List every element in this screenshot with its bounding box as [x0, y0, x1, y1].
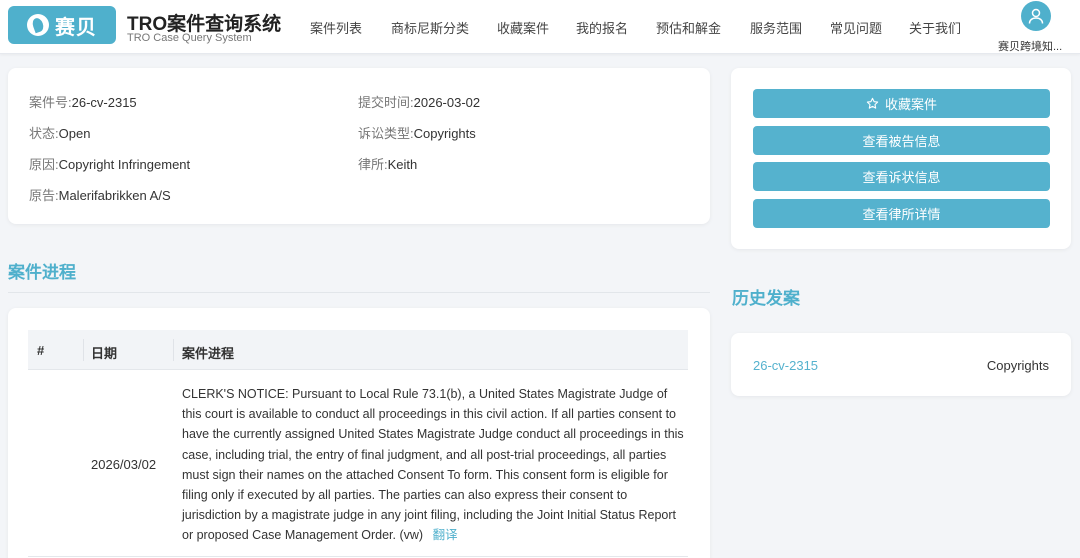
status-value: Open [58, 126, 91, 141]
nav-case-list[interactable]: 案件列表 [310, 18, 362, 37]
column-header-index: # [37, 343, 45, 358]
user-name[interactable]: 赛贝跨境知... [998, 38, 1068, 54]
case-progress-card: # 日期 案件进程 2026/03/02 CLERK'S NOTICE: Pur… [8, 308, 710, 558]
user-avatar[interactable] [1021, 1, 1051, 31]
plaintiff-value: Malerifabrikken A/S [58, 188, 171, 203]
column-header-progress: 案件进程 [182, 346, 235, 361]
cause-value: Copyright Infringement [58, 157, 191, 172]
lawsuit-type-row: 诉讼类型:Copyrights [358, 123, 476, 142]
view-complaint-button[interactable]: 查看诉状信息 [753, 162, 1050, 191]
favorite-case-button[interactable]: 收藏案件 [753, 89, 1050, 118]
history-case-link[interactable]: 26-cv-2315 [753, 358, 818, 373]
history-card: 26-cv-2315 Copyrights [731, 333, 1071, 396]
case-number-label: 案件号: [29, 95, 72, 110]
plaintiff-label: 原告: [29, 188, 59, 203]
submit-date-value: 2026-03-02 [413, 95, 481, 110]
progress-row-text: CLERK'S NOTICE: Pursuant to Local Rule 7… [182, 384, 687, 546]
favorite-case-label: 收藏案件 [884, 97, 937, 112]
top-header: 赛贝 TRO案件查询系统 TRO Case Query System 案件列表 … [0, 0, 1080, 54]
cause-label: 原因: [29, 157, 59, 172]
law-firm-label: 律所: [358, 157, 388, 172]
nav-nice-classification[interactable]: 商标尼斯分类 [391, 18, 469, 37]
logo-text: 赛贝 [55, 16, 97, 39]
translate-link[interactable]: 翻译 [433, 528, 458, 542]
column-separator [83, 339, 84, 361]
view-law-firm-label: 查看律所详情 [862, 207, 941, 222]
nav-my-registrations[interactable]: 我的报名 [576, 18, 628, 37]
nav-settlement-estimate[interactable]: 预估和解金 [656, 18, 721, 37]
user-icon [1028, 8, 1044, 24]
lawsuit-type-label: 诉讼类型: [358, 126, 414, 141]
law-firm-row: 律所:Keith [358, 154, 417, 173]
logo-mark-icon [27, 14, 49, 36]
star-icon [866, 97, 879, 109]
case-info-card: 案件号:26-cv-2315 提交时间:2026-03-02 状态:Open 诉… [8, 68, 710, 224]
column-separator [173, 339, 174, 361]
progress-row-date: 2026/03/02 [91, 457, 157, 472]
view-defendant-button[interactable]: 查看被告信息 [753, 126, 1050, 155]
actions-card: 收藏案件 查看被告信息 查看诉状信息 查看律所详情 [731, 68, 1071, 249]
section-divider [8, 292, 710, 293]
view-defendant-label: 查看被告信息 [862, 134, 941, 149]
column-header-date: 日期 [91, 346, 118, 361]
logo[interactable]: 赛贝 [8, 6, 116, 44]
nav-faq[interactable]: 常见问题 [830, 18, 882, 37]
case-number-value: 26-cv-2315 [71, 95, 137, 110]
status-row: 状态:Open [29, 123, 90, 142]
view-complaint-label: 查看诉状信息 [862, 170, 941, 185]
submit-date-row: 提交时间:2026-03-02 [358, 92, 480, 111]
view-law-firm-button[interactable]: 查看律所详情 [753, 199, 1050, 228]
table-row-divider [28, 556, 688, 557]
nav-services[interactable]: 服务范围 [750, 18, 802, 37]
lawsuit-type-value: Copyrights [413, 126, 476, 141]
case-number-row: 案件号:26-cv-2315 [29, 92, 137, 111]
history-case-type: Copyrights [986, 358, 1049, 373]
nav-favorites[interactable]: 收藏案件 [497, 18, 549, 37]
app-subtitle: TRO Case Query System [127, 32, 252, 44]
status-label: 状态: [29, 126, 59, 141]
progress-entry-text: CLERK'S NOTICE: Pursuant to Local Rule 7… [182, 387, 684, 543]
nav-about[interactable]: 关于我们 [909, 18, 961, 37]
cause-row: 原因:Copyright Infringement [29, 154, 190, 173]
plaintiff-row: 原告:Malerifabrikken A/S [29, 185, 171, 204]
progress-table-header: # 日期 案件进程 [28, 330, 688, 370]
law-firm-value: Keith [387, 157, 418, 172]
case-progress-title: 案件进程 [8, 263, 76, 282]
submit-date-label: 提交时间: [358, 95, 414, 110]
history-title: 历史发案 [732, 289, 800, 308]
